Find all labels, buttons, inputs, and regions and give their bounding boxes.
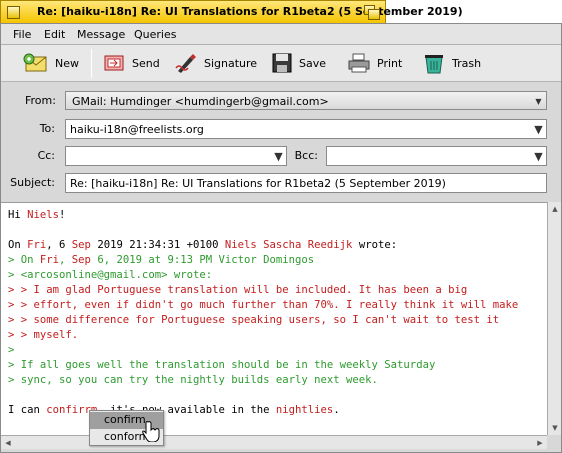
- window-title: Re: [haiku-i18n] Re: UI Translations for…: [37, 5, 463, 18]
- trash-icon: [425, 55, 443, 74]
- subject-label: Subject:: [10, 176, 55, 189]
- zoom-button[interactable]: [364, 5, 380, 20]
- hand-cursor-icon: [142, 421, 160, 442]
- vertical-scrollbar[interactable]: ▲ ▼: [547, 202, 561, 435]
- new-mail-icon: [23, 53, 47, 72]
- print-label: Print: [377, 56, 403, 70]
- menu-edit[interactable]: Edit: [44, 28, 65, 41]
- save-icon: [272, 53, 292, 73]
- signature-button[interactable]: Signature: [174, 48, 257, 78]
- chevron-down-icon[interactable]: ▼: [532, 121, 545, 137]
- cc-field[interactable]: ▼: [65, 146, 287, 166]
- from-popup[interactable]: GMail: Humdinger <humdingerb@gmail.com> …: [65, 91, 547, 110]
- chevron-down-icon[interactable]: ▼: [532, 148, 545, 164]
- send-icon: [104, 55, 124, 71]
- bcc-field[interactable]: ▼: [326, 146, 547, 166]
- scroll-left-arrow-icon[interactable]: ◀: [2, 437, 14, 449]
- mail-window: File Edit Message Queries New Send Signa…: [0, 23, 562, 453]
- quote-line: >: [8, 344, 15, 356]
- quote-line: > If all goes well the translation shoul…: [8, 359, 436, 371]
- menu-queries[interactable]: Queries: [134, 28, 176, 41]
- menu-bar: File Edit Message Queries: [1, 24, 561, 45]
- body-line-reply: I can confirrm, it's now available in th…: [8, 404, 340, 416]
- trash-button[interactable]: Trash: [422, 48, 481, 78]
- printer-icon: [348, 53, 370, 73]
- horizontal-scrollbar[interactable]: ◀ ▶: [1, 435, 547, 449]
- cc-label: Cc:: [37, 149, 55, 162]
- resize-corner[interactable]: [547, 435, 561, 449]
- scroll-down-arrow-icon[interactable]: ▼: [549, 422, 561, 434]
- menu-file[interactable]: File: [13, 28, 31, 41]
- save-button[interactable]: Save: [271, 48, 326, 78]
- quote-line-nested: > > myself.: [8, 329, 79, 341]
- print-button[interactable]: Print: [347, 48, 402, 78]
- quote-line-nested: > > I am glad Portuguese translation wil…: [8, 284, 468, 296]
- subject-field[interactable]: Re: [haiku-i18n] Re: UI Translations for…: [65, 173, 547, 193]
- menu-message[interactable]: Message: [77, 28, 125, 41]
- quote-line-nested: > > some difference for Portuguese speak…: [8, 314, 500, 326]
- send-label: Send: [132, 56, 160, 70]
- subject-value: Re: [haiku-i18n] Re: UI Translations for…: [70, 177, 446, 190]
- header-fields: From: GMail: Humdinger <humdingerb@gmail…: [1, 82, 561, 202]
- scroll-right-arrow-icon[interactable]: ▶: [534, 437, 546, 449]
- body-line-attribution: On Fri, 6 Sep 2019 21:34:31 +0100 Niels …: [8, 239, 398, 251]
- close-button[interactable]: [7, 6, 20, 19]
- quote-line-nested: > > effort, even if didn't go much furth…: [8, 299, 519, 311]
- from-value: GMail: Humdinger <humdingerb@gmail.com>: [72, 95, 329, 108]
- quote-line: > On Fri, Sep 6, 2019 at 9:13 PM Victor …: [8, 254, 315, 266]
- toolbar: New Send Signature Save Print Trash: [1, 45, 561, 82]
- to-field[interactable]: haiku-i18n@freelists.org ▼: [65, 119, 547, 139]
- misspelled-word: Niels: [27, 209, 60, 221]
- toolbar-separator: [91, 49, 92, 78]
- signature-icon: [175, 54, 196, 73]
- body-line-greeting: Hi Niels!: [8, 209, 66, 221]
- scroll-up-arrow-icon[interactable]: ▲: [549, 203, 561, 215]
- new-label: New: [55, 56, 79, 70]
- window-tab[interactable]: Re: [haiku-i18n] Re: UI Translations for…: [0, 0, 463, 23]
- quote-line: > sync, so you can try the nightly build…: [8, 374, 378, 386]
- chevron-down-icon: ▼: [535, 96, 542, 106]
- to-value: haiku-i18n@freelists.org: [70, 123, 204, 136]
- bcc-label: Bcc:: [294, 149, 318, 162]
- from-label: From:: [25, 94, 56, 107]
- save-label: Save: [299, 56, 327, 70]
- quote-line: > <arcosonline@gmail.com> wrote:: [8, 269, 213, 281]
- trash-label: Trash: [452, 56, 482, 70]
- chevron-down-icon[interactable]: ▼: [272, 148, 285, 164]
- signature-label: Signature: [204, 56, 258, 70]
- misspelled-word: nightlies: [275, 404, 334, 416]
- message-body[interactable]: Hi Niels! On Fri, 6 Sep 2019 21:34:31 +0…: [1, 202, 561, 435]
- send-button[interactable]: Send: [102, 48, 160, 78]
- new-button[interactable]: New: [23, 48, 79, 78]
- to-label: To:: [39, 122, 55, 135]
